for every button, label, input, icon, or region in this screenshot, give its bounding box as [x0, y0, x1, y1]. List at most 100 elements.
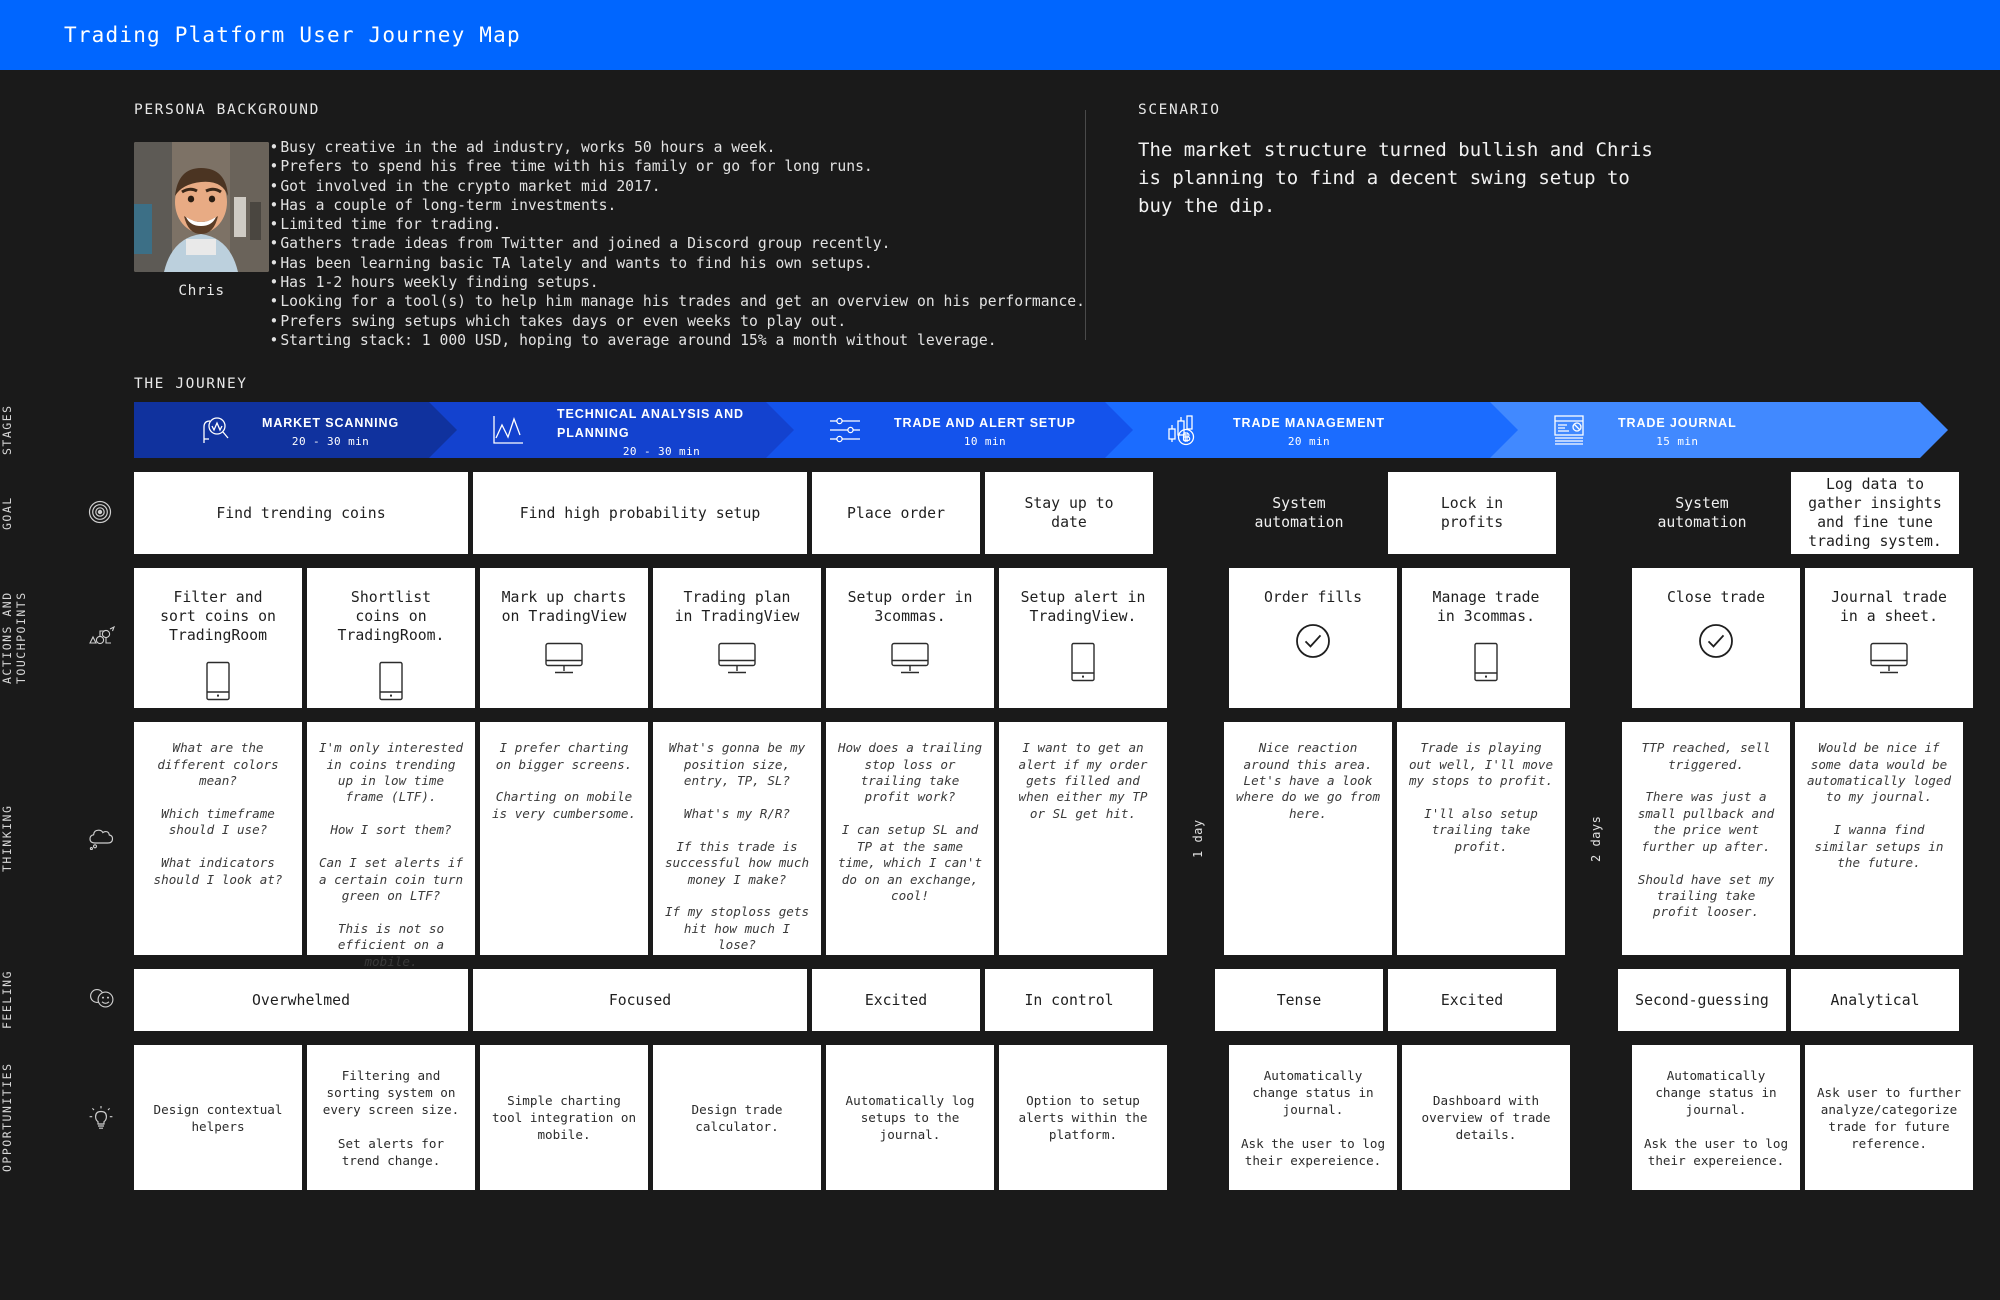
actions-cell-text: Filter and sort coins on TradingRoom — [160, 589, 276, 645]
stage-chevron — [1490, 402, 1518, 459]
thinking-cell[interactable]: How does a trailing stop loss or trailin… — [826, 722, 994, 956]
stage-2[interactable]: TECHNICAL ANALYSIS AND PLANNING 20 - 30 m… — [429, 402, 794, 459]
thinking-cell[interactable]: I want to get an alert if my order gets … — [999, 722, 1167, 956]
goal-cell[interactable]: Place order — [812, 472, 980, 555]
desktop-icon — [544, 642, 584, 676]
actions-cell[interactable]: Journal trade in a sheet. — [1805, 568, 1973, 709]
thinking-cell-text: What are the different colors mean? Whic… — [153, 740, 283, 887]
feeling-cell[interactable]: Overwhelmed — [134, 969, 468, 1032]
stage-5[interactable]: TRADE JOURNAL 15 min — [1490, 402, 1948, 459]
stage-name: TECHNICAL ANALYSIS AND PLANNING — [557, 406, 744, 440]
stage-1[interactable]: MARKET SCANNING 20 - 30 min — [134, 402, 457, 459]
stage-chevron — [429, 402, 457, 459]
goal-cell[interactable]: Stay up to date — [985, 472, 1153, 555]
desktop-icon — [1869, 642, 1909, 676]
stage-duration: 20 min — [1287, 435, 1331, 449]
opportunities-cell[interactable]: Dashboard with overview of trade details… — [1402, 1045, 1570, 1191]
actions-cell[interactable]: Manage trade in 3commas. — [1402, 568, 1570, 709]
persona-bullet: Prefers swing setups which takes days or… — [269, 312, 1085, 331]
goal-cell[interactable]: System automation — [1618, 472, 1786, 554]
thinking-cell[interactable]: I prefer charting on bigger screens. Cha… — [480, 722, 648, 956]
feeling-cell[interactable]: Excited — [812, 969, 980, 1032]
feeling-cell[interactable]: Analytical — [1791, 969, 1959, 1032]
actions-cell[interactable]: Order fills — [1229, 568, 1397, 709]
actions-cell-text: Trading plan in TradingView — [674, 589, 800, 626]
feeling-cell[interactable]: Excited — [1388, 969, 1556, 1032]
actions-cell-text: Journal trade in a sheet. — [1831, 589, 1947, 626]
actions-cell[interactable]: Mark up charts on TradingView — [480, 568, 648, 709]
check-circle-icon — [1698, 623, 1734, 659]
goal-cell-text: Find trending coins — [216, 504, 386, 522]
stage-4[interactable]: TRADE MANAGEMENT 20 min — [1105, 402, 1518, 459]
lightbulb-icon — [88, 1105, 114, 1131]
opportunities-cell[interactable]: Automatically log setups to the journal. — [826, 1045, 994, 1191]
feeling-cell-text: Focused — [608, 991, 672, 1009]
thinking-cell[interactable]: TTP reached, sell triggered. There was j… — [1622, 722, 1790, 956]
goal-cell-text: Place order — [847, 504, 945, 522]
actions-cell[interactable]: Filter and sort coins on TradingRoom — [134, 568, 302, 709]
persona-section-label: PERSONA BACKGROUND — [134, 102, 320, 118]
persona-bullet: Has 1-2 hours weekly finding setups. — [269, 273, 1085, 292]
row-label-stages: STAGES — [0, 405, 14, 456]
goal-cell[interactable]: Find trending coins — [134, 472, 468, 555]
opportunities-row: Design contextual helpers Filtering and s… — [134, 1045, 1973, 1191]
actions-cell[interactable]: Close trade — [1632, 568, 1800, 709]
time-gap-label: 1 day — [1191, 819, 1205, 859]
actions-cell-text: Order fills — [1264, 589, 1362, 607]
thinking-cell-text: I prefer charting on bigger screens. Cha… — [491, 740, 637, 821]
feeling-row: Overwhelmed Focused Excited In control Tense… — [134, 969, 1959, 1032]
row-label-opportunities: OPPORTUNITIES — [0, 1063, 14, 1173]
thinking-cell[interactable]: What's gonna be my position size, entry,… — [653, 722, 821, 956]
stage-chevron — [1105, 402, 1133, 459]
feeling-cell[interactable]: Focused — [473, 969, 807, 1032]
thinking-cell[interactable]: Would be nice if some data would be auto… — [1795, 722, 1963, 956]
time-gap-label: 2 days — [1589, 815, 1603, 862]
feeling-cell[interactable]: In control — [985, 969, 1153, 1032]
thinking-cell-text: How does a trailing stop loss or trailin… — [837, 740, 983, 903]
goal-cell[interactable]: Lock in profits — [1388, 472, 1556, 555]
opportunities-cell[interactable]: Automatically change status in journal. … — [1632, 1045, 1800, 1191]
app-header: Trading Platform User Journey Map — [0, 0, 2000, 70]
opportunities-cell[interactable]: Option to setup alerts within the platfo… — [999, 1045, 1167, 1191]
opportunities-cell[interactable]: Automatically change status in journal. … — [1229, 1045, 1397, 1191]
spacer-cell — [1172, 568, 1224, 708]
stage-duration: 20 - 30 min — [622, 444, 701, 458]
actions-cell[interactable]: Setup order in 3commas. — [826, 568, 994, 709]
thinking-cell-text: Nice reaction around this area. Let's ha… — [1235, 740, 1381, 821]
actions-cell[interactable]: Shortlist coins on TradingRoom. — [307, 568, 475, 709]
goal-cell[interactable]: Find high probability setup — [473, 472, 807, 555]
feeling-cell-text: Second-guessing — [1635, 991, 1769, 1009]
row-label-feeling: FEELING — [0, 970, 14, 1030]
stage-3[interactable]: TRADE AND ALERT SETUP 10 min — [766, 402, 1133, 459]
stages-bar: MARKET SCANNING 20 - 30 min TECHNICAL ANA… — [134, 402, 1948, 459]
thinking-cell[interactable]: Nice reaction around this area. Let's ha… — [1224, 722, 1392, 956]
opportunities-cell[interactable]: Filtering and sorting system on every sc… — [307, 1045, 475, 1191]
persona-bullet: Has been learning basic TA lately and wa… — [269, 254, 1085, 273]
thinking-row: What are the different colors mean? Whic… — [134, 722, 1963, 969]
actions-cell[interactable]: Setup alert in TradingView. — [999, 568, 1167, 709]
thinking-cell[interactable]: Trade is playing out well, I'll move my … — [1397, 722, 1565, 956]
persona-bullet: Got involved in the crypto market mid 20… — [269, 177, 1085, 196]
opportunities-cell[interactable]: Design trade calculator. — [653, 1045, 821, 1191]
opportunities-cell[interactable]: Ask user to further analyze/categorize t… — [1805, 1045, 1973, 1191]
thinking-cell[interactable]: I'm only interested in coins trending up… — [307, 722, 475, 969]
opportunities-cell-text: Automatically log setups to the journal. — [845, 1093, 975, 1143]
opportunities-cell[interactable]: Simple charting tool integration on mobi… — [480, 1045, 648, 1191]
thinking-cell-text: Would be nice if some data would be auto… — [1806, 740, 1952, 871]
opportunities-cell[interactable]: Design contextual helpers — [134, 1045, 302, 1191]
goal-cell[interactable]: Log data to gather insights and fine tun… — [1791, 472, 1959, 555]
feeling-cell[interactable]: Tense — [1215, 969, 1383, 1032]
opportunities-cell-text: Option to setup alerts within the platfo… — [1018, 1093, 1148, 1143]
stage-chevron — [1920, 402, 1948, 459]
feeling-cell-text: Excited — [1440, 991, 1504, 1009]
stage-name: TRADE JOURNAL — [1618, 416, 1737, 431]
scan-search-icon — [196, 413, 230, 447]
thinking-cell-text: Trade is playing out well, I'll move my … — [1408, 740, 1554, 854]
goal-cell-text: Find high probability setup — [519, 504, 761, 522]
goal-row: Find trending coins Find high probability… — [134, 472, 1959, 555]
feeling-cell[interactable]: Second-guessing — [1618, 969, 1786, 1032]
thinking-cell[interactable]: What are the different colors mean? Whic… — [134, 722, 302, 956]
goal-cell[interactable]: System automation — [1215, 472, 1383, 554]
top-info-section: PERSONA BACKGROUND Chris • Busy creative… — [0, 70, 2000, 350]
actions-cell[interactable]: Trading plan in TradingView — [653, 568, 821, 709]
